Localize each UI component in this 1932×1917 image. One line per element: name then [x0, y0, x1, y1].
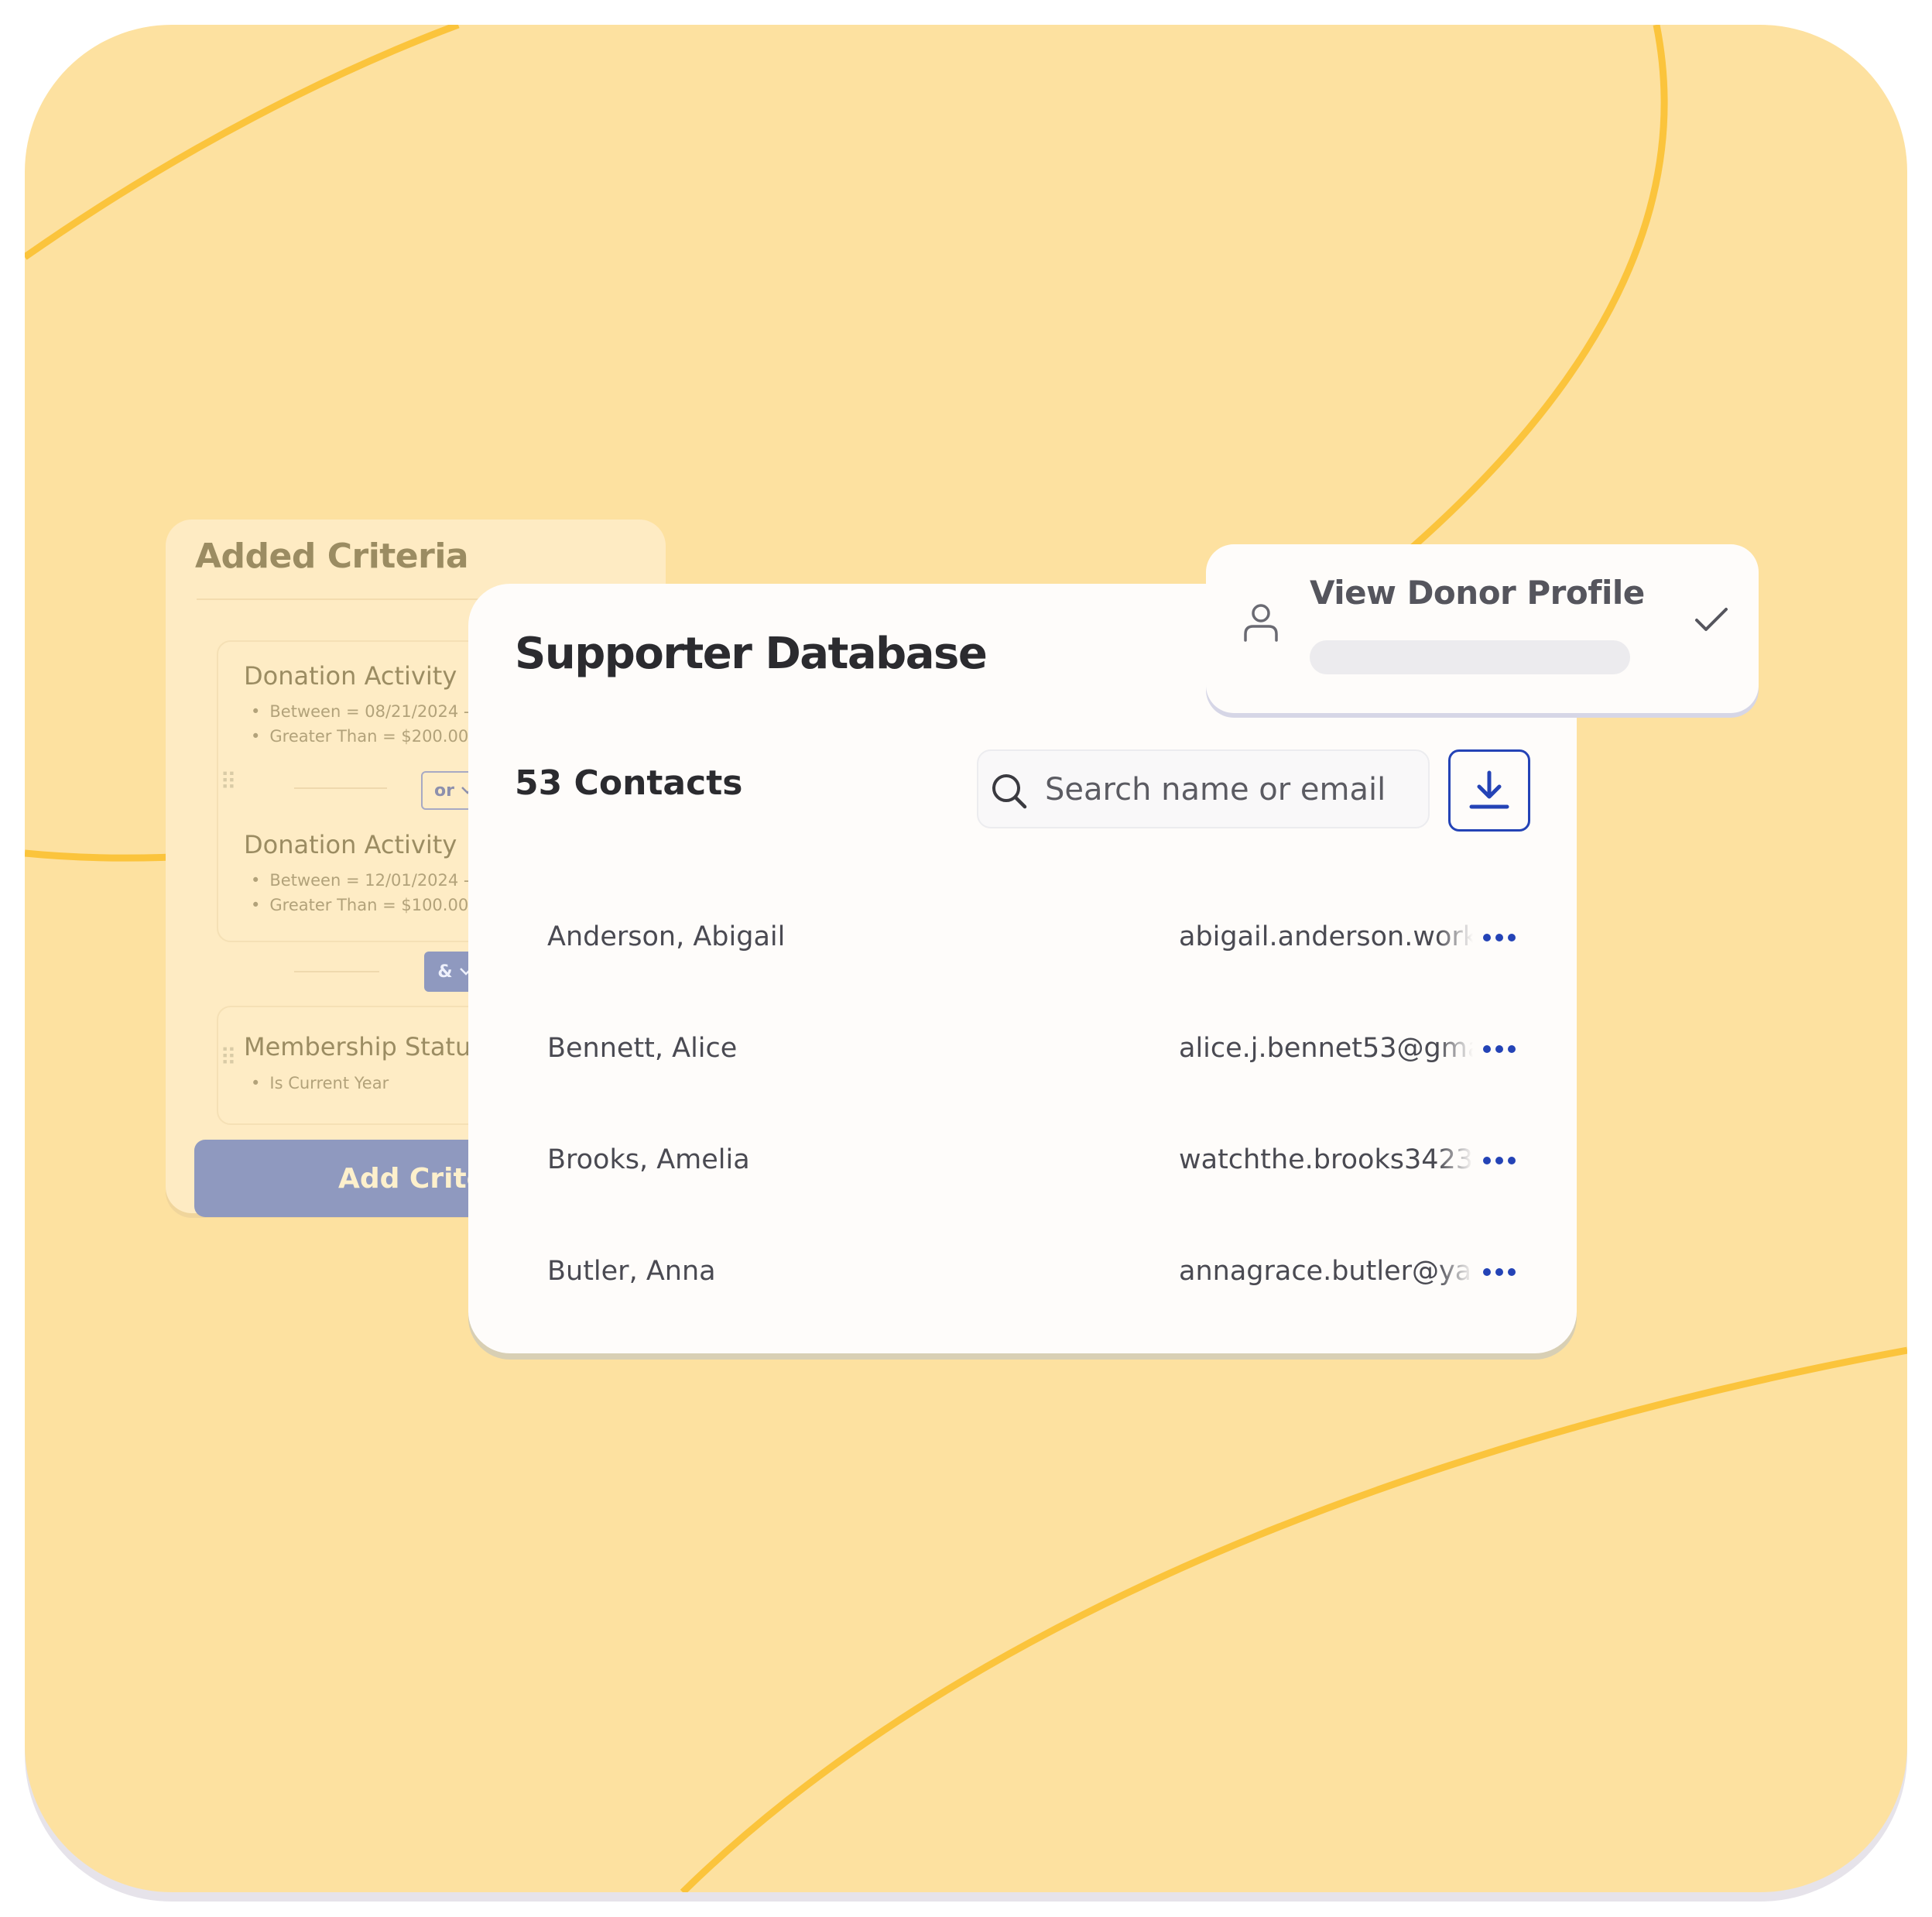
donor-profile-popup[interactable]: View Donor Profile: [1206, 544, 1759, 713]
contact-name[interactable]: Bennett, Alice: [547, 1033, 737, 1064]
table-row[interactable]: Anderson, Abigail abigail.anderson.work@: [468, 904, 1577, 982]
search-box[interactable]: [977, 749, 1430, 828]
contact-count: 53 Contacts: [515, 763, 743, 803]
table-row[interactable]: Brooks, Amelia watchthe.brooks3423@: [468, 1127, 1577, 1205]
criteria-condition: Between = 08/21/2024 -: [251, 702, 469, 721]
contact-name[interactable]: Butler, Anna: [547, 1256, 716, 1287]
table-row[interactable]: Bennett, Alice alice.j.bennet53@gmail: [468, 1016, 1577, 1093]
criteria-title: Added Criteria: [195, 537, 469, 576]
contact-email: abigail.anderson.work@: [1179, 921, 1473, 952]
drag-handle-icon[interactable]: ⠿: [220, 1044, 237, 1072]
connector-label: &: [437, 962, 453, 982]
criteria-heading: Membership Status: [244, 1032, 484, 1061]
more-horizontal-icon[interactable]: [1476, 1141, 1523, 1180]
criteria-heading: Donation Activity: [244, 661, 457, 691]
contact-name[interactable]: Anderson, Abigail: [547, 921, 785, 952]
view-donor-profile-label[interactable]: View Donor Profile: [1310, 574, 1645, 612]
connector-line: [294, 971, 379, 972]
criteria-condition: Greater Than = $100.000: [251, 896, 478, 914]
page-title: Supporter Database: [515, 629, 988, 679]
connector-line: [294, 787, 387, 789]
contact-email: alice.j.bennet53@gmail: [1179, 1033, 1473, 1064]
criteria-condition: Between = 12/01/2024 -: [251, 871, 469, 890]
criteria-condition: Greater Than = $200.000: [251, 727, 478, 746]
connector-label: or: [434, 780, 454, 801]
download-icon: [1469, 770, 1509, 809]
more-horizontal-icon[interactable]: [1476, 1253, 1523, 1291]
loading-bar: [1310, 640, 1630, 674]
more-horizontal-icon[interactable]: [1476, 918, 1523, 957]
table-row[interactable]: Butler, Anna annagrace.butler@yah: [468, 1239, 1577, 1316]
download-button[interactable]: [1448, 749, 1530, 832]
contact-email: annagrace.butler@yah: [1179, 1256, 1473, 1287]
contact-name[interactable]: Brooks, Amelia: [547, 1144, 750, 1175]
check-icon: [1695, 608, 1728, 631]
criteria-condition: Is Current Year: [251, 1074, 389, 1092]
user-icon: [1244, 604, 1278, 642]
criteria-heading: Donation Activity: [244, 830, 457, 859]
search-icon: [992, 774, 1027, 809]
drag-handle-icon[interactable]: ⠿: [220, 769, 237, 796]
search-input[interactable]: [1043, 763, 1418, 816]
more-horizontal-icon[interactable]: [1476, 1030, 1523, 1068]
contact-email: watchthe.brooks3423@: [1179, 1144, 1473, 1175]
